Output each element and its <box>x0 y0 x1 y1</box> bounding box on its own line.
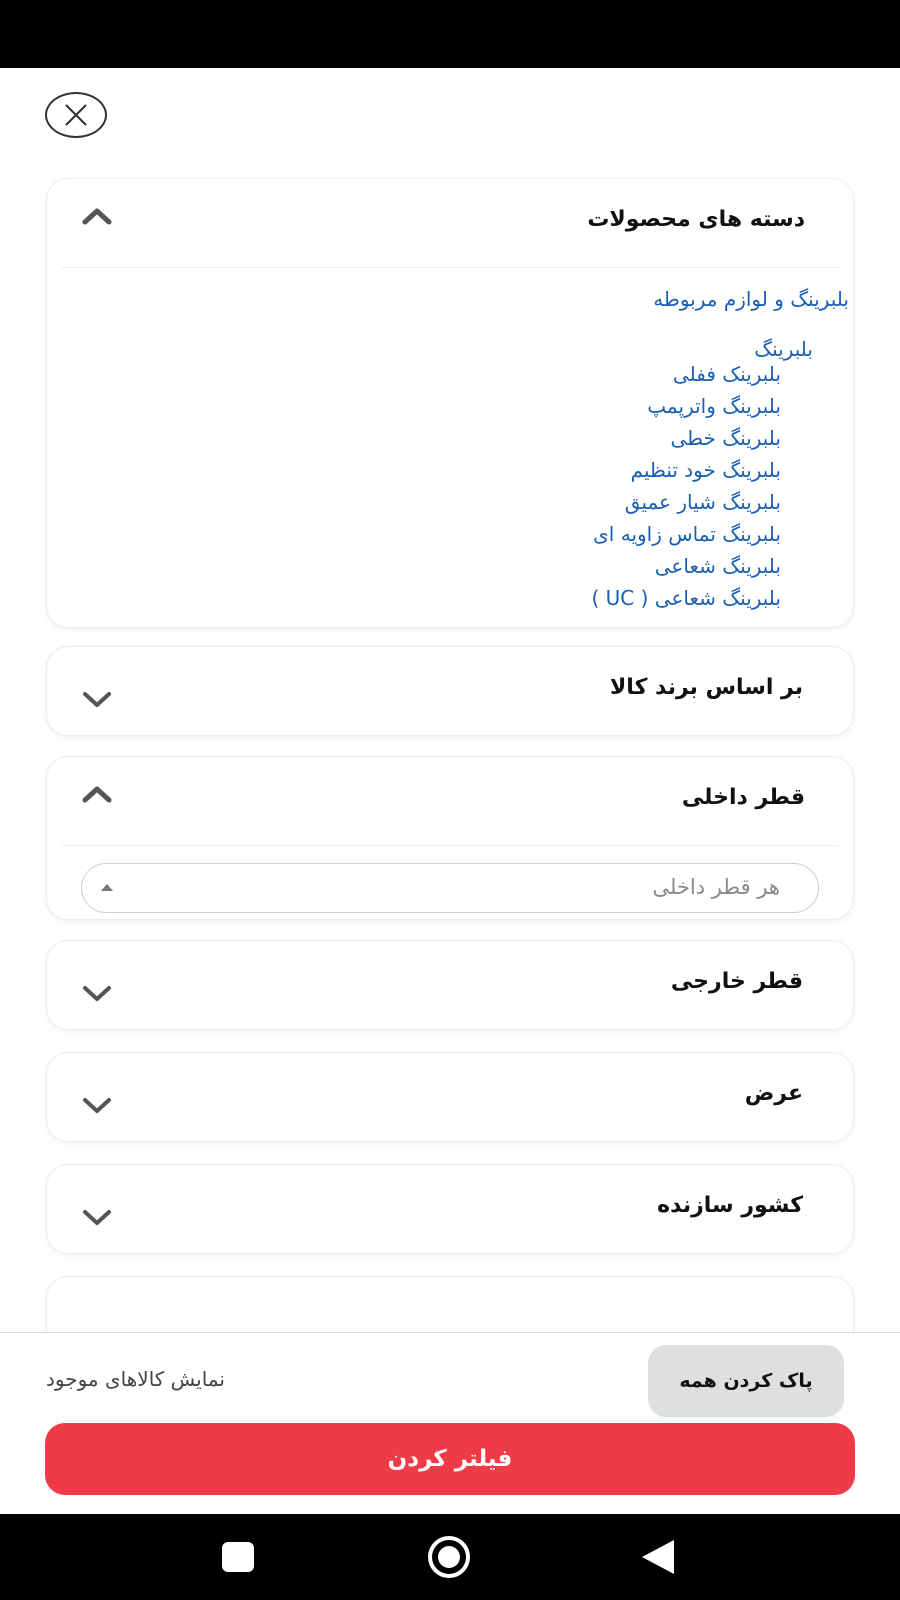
close-icon <box>65 104 87 126</box>
chevron-down-icon <box>83 1210 111 1225</box>
category-link[interactable]: بلبرینگ شعاعی ( UC ) <box>591 586 781 610</box>
section-title: قطر خارجی <box>670 969 803 994</box>
section-title: عرض <box>744 1081 803 1106</box>
select-placeholder: هر قطر داخلی <box>652 875 781 899</box>
section-inner-diameter-header[interactable]: قطر داخلی <box>47 757 853 845</box>
section-partial[interactable] <box>46 1276 854 1332</box>
divider <box>61 267 839 268</box>
back-icon[interactable] <box>640 1538 676 1576</box>
filter-actions: پاک کردن همه نمایش کالاهای موجود فیلتر ک… <box>0 1332 900 1515</box>
category-link[interactable]: بلبرینگ شیار عمیق <box>625 490 781 514</box>
category-link[interactable]: بلبرینگ خود تنظیم <box>631 458 781 482</box>
section-categories: دسته های محصولات بلبرینگ و لوازم مربوطه … <box>46 178 854 628</box>
section-title: دسته های محصولات <box>587 207 805 232</box>
filter-list[interactable]: دسته های محصولات بلبرینگ و لوازم مربوطه … <box>0 160 900 1332</box>
filter-button[interactable]: فیلتر کردن <box>45 1423 855 1495</box>
section-inner-diameter: قطر داخلی هر قطر داخلی <box>46 756 854 920</box>
section-title: بر اساس برند کالا <box>609 675 803 700</box>
category-link[interactable]: بلبرینگ و لوازم مربوطه <box>653 287 849 311</box>
caret-up-icon <box>101 884 113 891</box>
chevron-down-icon <box>83 692 111 707</box>
recent-apps-icon[interactable] <box>220 1540 256 1574</box>
category-link[interactable]: بلبرینگ تماس زاویه ای <box>593 522 781 546</box>
section-categories-header[interactable]: دسته های محصولات <box>47 179 853 267</box>
chevron-up-icon <box>82 786 112 803</box>
filter-header <box>0 68 900 161</box>
section-title: قطر داخلی <box>681 785 805 810</box>
clear-all-button[interactable]: پاک کردن همه <box>648 1345 844 1417</box>
show-available-toggle[interactable]: نمایش کالاهای موجود <box>46 1367 225 1391</box>
divider <box>61 845 839 846</box>
category-link[interactable]: بلبرینگ <box>754 337 813 361</box>
chevron-up-icon <box>82 208 112 225</box>
home-icon[interactable] <box>425 1534 473 1580</box>
category-link[interactable]: بلبرینگ واترپمپ <box>647 394 781 418</box>
section-width[interactable]: عرض <box>46 1052 854 1142</box>
section-title: کشور سازنده <box>657 1193 803 1218</box>
section-brand[interactable]: بر اساس برند کالا <box>46 646 854 736</box>
navigation-bar <box>0 1514 900 1600</box>
close-button[interactable] <box>45 92 107 138</box>
section-country[interactable]: کشور سازنده <box>46 1164 854 1254</box>
category-link[interactable]: بلبرینگ شعاعی <box>655 554 781 578</box>
chevron-down-icon <box>83 1098 111 1113</box>
status-bar <box>0 0 900 68</box>
category-link[interactable]: بلبرینک ففلی <box>673 362 781 386</box>
inner-diameter-select[interactable]: هر قطر داخلی <box>81 863 819 913</box>
section-outer-diameter[interactable]: قطر خارجی <box>46 940 854 1030</box>
category-link[interactable]: بلبرینگ خطی <box>670 426 781 450</box>
chevron-down-icon <box>83 986 111 1001</box>
